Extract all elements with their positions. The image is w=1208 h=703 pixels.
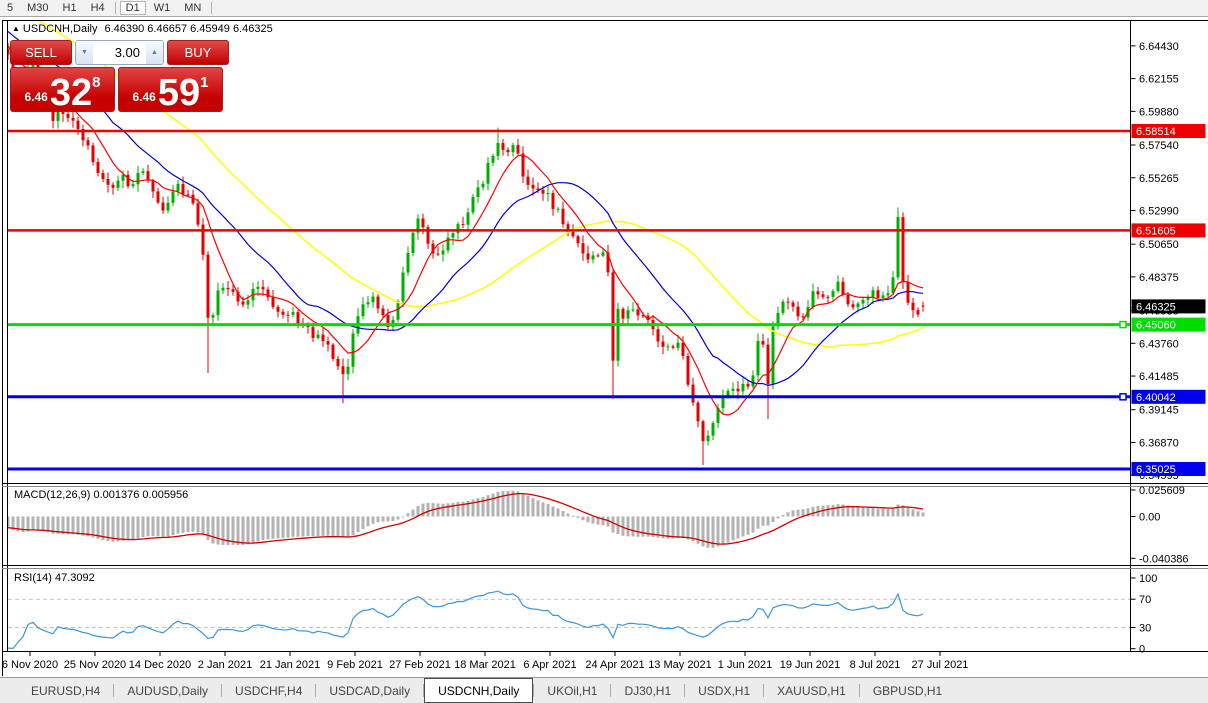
svg-text:6.58514: 6.58514 bbox=[1136, 126, 1176, 138]
collapse-icon[interactable]: ▲ bbox=[12, 24, 20, 33]
svg-text:8 Jul 2021: 8 Jul 2021 bbox=[850, 659, 901, 671]
svg-text:70: 70 bbox=[1139, 594, 1151, 606]
svg-text:0.025609: 0.025609 bbox=[1139, 485, 1185, 497]
svg-text:13 May 2021: 13 May 2021 bbox=[648, 659, 712, 671]
tab-usdcnh-daily[interactable]: USDCNH,Daily bbox=[424, 678, 533, 703]
timeframe-h1[interactable]: H1 bbox=[57, 1, 83, 15]
timeframe-h4[interactable]: H4 bbox=[85, 1, 111, 15]
svg-text:6.57540: 6.57540 bbox=[1139, 140, 1179, 152]
buy-price-prefix: 6.46 bbox=[133, 90, 156, 104]
svg-text:6.52990: 6.52990 bbox=[1139, 205, 1179, 217]
svg-text:6.40042: 6.40042 bbox=[1136, 392, 1176, 404]
volume-input[interactable] bbox=[93, 41, 146, 64]
svg-text:0.00: 0.00 bbox=[1139, 512, 1160, 524]
volume-decrease-button[interactable]: ▼ bbox=[76, 41, 93, 64]
svg-text:6.46325: 6.46325 bbox=[1136, 301, 1176, 313]
timeframe-m30[interactable]: M30 bbox=[21, 1, 54, 15]
volume-stepper: ▼ ▲ bbox=[75, 40, 164, 65]
svg-text:6.41485: 6.41485 bbox=[1139, 371, 1179, 383]
svg-text:6.64430: 6.64430 bbox=[1139, 41, 1179, 53]
svg-text:6.50650: 6.50650 bbox=[1139, 239, 1179, 251]
svg-text:6.48375: 6.48375 bbox=[1139, 272, 1179, 284]
svg-text:21 Jan 2021: 21 Jan 2021 bbox=[260, 659, 321, 671]
timeframe-d1[interactable]: D1 bbox=[120, 1, 146, 15]
timeframe-mn[interactable]: MN bbox=[178, 1, 207, 15]
timeframe-5[interactable]: 5 bbox=[1, 1, 19, 15]
svg-text:27 Jul 2021: 27 Jul 2021 bbox=[912, 659, 969, 671]
tab-audusd-daily[interactable]: AUDUSD,Daily bbox=[114, 678, 221, 703]
sell-price-big: 32 bbox=[50, 76, 92, 110]
rsi-levels bbox=[8, 599, 1130, 627]
svg-text:18 Mar 2021: 18 Mar 2021 bbox=[454, 659, 516, 671]
svg-text:9 Feb 2021: 9 Feb 2021 bbox=[327, 659, 383, 671]
buy-button[interactable]: BUY bbox=[167, 40, 229, 65]
sell-price-prefix: 6.46 bbox=[25, 90, 48, 104]
triangle-up-icon: ▲ bbox=[151, 49, 158, 56]
sell-button[interactable]: SELL bbox=[10, 40, 72, 65]
tab-dj30-h1[interactable]: DJ30,H1 bbox=[611, 678, 684, 703]
svg-text:25 Nov 2020: 25 Nov 2020 bbox=[64, 659, 126, 671]
hline-price-tag: 6.58514 bbox=[1132, 124, 1206, 138]
svg-text:19 Jun 2021: 19 Jun 2021 bbox=[780, 659, 841, 671]
date-axis[interactable]: 6 Nov 2020 25 Nov 202014 Dec 2020 2 Jan 20… bbox=[2, 652, 969, 672]
toolbar-separator bbox=[211, 2, 212, 14]
sell-price-display[interactable]: 6.46 32 8 bbox=[10, 67, 115, 112]
svg-text:27 Feb 2021: 27 Feb 2021 bbox=[389, 659, 451, 671]
svg-text:30: 30 bbox=[1139, 622, 1151, 634]
hline-price-tag: 6.40042 bbox=[1132, 390, 1206, 404]
svg-text:6.51605: 6.51605 bbox=[1136, 225, 1176, 237]
tab-ukoil-h1[interactable]: UKOil,H1 bbox=[534, 678, 610, 703]
hline-price-tag: 6.35025 bbox=[1132, 462, 1206, 476]
svg-text:6.43760: 6.43760 bbox=[1139, 338, 1179, 350]
svg-text:1 Jun 2021: 1 Jun 2021 bbox=[718, 659, 772, 671]
svg-text:6.35025: 6.35025 bbox=[1136, 464, 1176, 476]
tab-eurusd-h4[interactable]: EURUSD,H4 bbox=[18, 678, 113, 703]
ohlc-values: 6.46390 6.46657 6.45949 6.46325 bbox=[104, 23, 272, 35]
sell-price-sup: 8 bbox=[92, 74, 100, 91]
volume-increase-button[interactable]: ▲ bbox=[146, 41, 163, 64]
timeframe-w1[interactable]: W1 bbox=[148, 1, 177, 15]
macd-indicator-label: MACD(12,26,9) 0.001376 0.005956 bbox=[14, 489, 188, 501]
tab-xauusd-h1[interactable]: XAUUSD,H1 bbox=[764, 678, 859, 703]
svg-text:6.45060: 6.45060 bbox=[1136, 320, 1176, 332]
symbol-period-label: USDCNH,Daily bbox=[23, 23, 98, 35]
svg-text:24 Apr 2021: 24 Apr 2021 bbox=[585, 659, 644, 671]
macd-signal-line bbox=[8, 494, 923, 544]
svg-text:14 Dec 2020: 14 Dec 2020 bbox=[129, 659, 191, 671]
timeframe-toolbar: 5M30H1H4 D1W1MN bbox=[0, 0, 1208, 17]
buy-price-big: 59 bbox=[158, 76, 200, 110]
svg-text:100: 100 bbox=[1139, 573, 1157, 585]
svg-text:6 Nov 2020: 6 Nov 2020 bbox=[2, 659, 58, 671]
tab-usdcad-daily[interactable]: USDCAD,Daily bbox=[316, 678, 423, 703]
svg-text:6.62155: 6.62155 bbox=[1139, 74, 1179, 86]
svg-text:6.55265: 6.55265 bbox=[1139, 173, 1179, 185]
svg-text:0: 0 bbox=[1139, 644, 1145, 656]
chart-tabs: EURUSD,H4AUDUSD,DailyUSDCHF,H4USDCAD,Dai… bbox=[0, 677, 1208, 703]
buy-price-display[interactable]: 6.46 59 1 bbox=[118, 67, 223, 112]
rsi-indicator-label: RSI(14) 47.3092 bbox=[14, 572, 95, 584]
chart-title-bar: ▲USDCNH,Daily 6.46390 6.46657 6.45949 6.4… bbox=[12, 23, 273, 35]
svg-text:2 Jan 2021: 2 Jan 2021 bbox=[198, 659, 252, 671]
svg-text:6.59880: 6.59880 bbox=[1139, 106, 1179, 118]
svg-text:6 Apr 2021: 6 Apr 2021 bbox=[523, 659, 576, 671]
hline-price-tag: 6.51605 bbox=[1132, 223, 1206, 237]
hline-price-tag: 6.45060 bbox=[1132, 318, 1206, 332]
horizontal-line-objects[interactable] bbox=[8, 131, 1130, 469]
toolbar-separator bbox=[115, 2, 116, 14]
current-price-tag: 6.46325 bbox=[1132, 299, 1206, 313]
buy-price-sup: 1 bbox=[200, 74, 208, 91]
triangle-down-icon: ▼ bbox=[81, 49, 88, 56]
tab-usdx-h1[interactable]: USDX,H1 bbox=[685, 678, 763, 703]
tab-usdchf-h4[interactable]: USDCHF,H4 bbox=[222, 678, 315, 703]
svg-text:6.36870: 6.36870 bbox=[1139, 437, 1179, 449]
svg-text:-0.040386: -0.040386 bbox=[1139, 553, 1189, 565]
tab-gbpusd-h1[interactable]: GBPUSD,H1 bbox=[860, 678, 955, 703]
chart-frame bbox=[2, 20, 1208, 676]
one-click-trading-panel: SELL ▼ ▲ BUY 6.46 32 8 6.46 59 1 bbox=[10, 40, 229, 112]
svg-text:6.39145: 6.39145 bbox=[1139, 405, 1179, 417]
